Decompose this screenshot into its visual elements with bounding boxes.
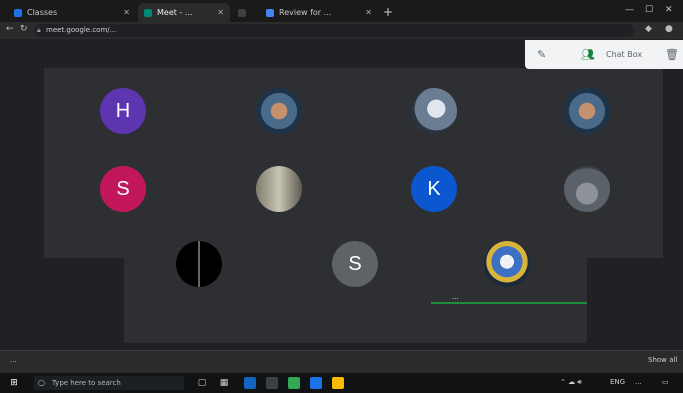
app-icon[interactable] [332,377,344,389]
tray-icons[interactable]: ⌃ ☁ 🔊︎ [560,378,582,387]
chat-label[interactable]: Chat Box [606,50,642,59]
meet-favicon-icon [144,8,152,17]
participant-avatar-photo[interactable] [256,88,302,134]
show-all-button[interactable]: Show all [648,356,677,364]
active-speaker-indicator [431,302,587,304]
people-icon[interactable]: 👥︎ [581,48,595,61]
participant-avatar-photo[interactable] [564,166,610,212]
browser-tab-strip: Classes ✕ Meet - ... ✕ Review for ... ✕ … [0,0,683,22]
participant-avatar-photo[interactable] [564,88,610,134]
address-text: meet.google.com/... [46,26,117,34]
widgets-icon[interactable]: ▦ [218,377,230,389]
browser-tab-classes[interactable]: Classes ✕ [8,3,136,22]
start-windows-icon[interactable]: ⊞ [8,377,20,389]
participant-avatar[interactable]: K [411,166,457,212]
download-item[interactable]: ... [10,356,17,364]
close-icon[interactable]: ✕ [217,8,224,17]
minimize-button[interactable]: — [625,5,634,15]
edge-icon[interactable] [244,377,256,389]
classroom-favicon-icon [14,8,22,17]
browser-toolbar: ← ↻ 🔒︎ meet.google.com/... ◆ ● [0,22,683,39]
tab-label: Classes [27,8,58,17]
trash-icon[interactable]: 🗑︎ [665,48,679,61]
participant-avatar[interactable]: H [100,88,146,134]
browser-tab-meet[interactable]: Meet - ... ✕ [138,3,230,22]
language-indicator[interactable]: ENG [610,378,625,386]
close-icon[interactable]: ✕ [123,8,130,17]
participant-avatar[interactable]: S [332,241,378,287]
notification-icon[interactable]: ▭ [662,378,669,386]
tab-label: Meet - ... [157,8,193,17]
new-tab-button[interactable]: + [383,5,393,19]
participant-avatar-photo[interactable] [176,241,222,287]
address-bar[interactable]: 🔒︎ meet.google.com/... [34,24,634,37]
task-view-icon[interactable]: ▢ [196,377,208,389]
mail-icon[interactable] [310,377,322,389]
close-icon[interactable]: ✕ [365,8,372,17]
windows-taskbar: ⊞ ○ Type here to search ▢ ▦ ⌃ ☁ 🔊︎ ENG .… [0,373,683,393]
close-window-button[interactable]: ✕ [665,5,673,15]
search-placeholder: Type here to search [52,379,121,387]
participant-avatar[interactable]: S [100,166,146,212]
browser-tab-other[interactable] [232,3,258,22]
participant-grid-row: S [124,229,587,343]
extension-icon[interactable]: ◆ [645,24,652,34]
tab-favicon-icon [238,8,246,17]
tab-label: Review for ... [279,8,332,17]
pen-icon[interactable]: ✎ [537,48,546,61]
clock[interactable]: ... [635,378,642,386]
taskbar-search[interactable]: ○ Type here to search [34,376,184,390]
participant-avatar-photo[interactable] [411,88,457,134]
participant-avatar-photo[interactable] [484,241,530,287]
meeting-stage: H S K S ... [0,39,683,350]
docs-favicon-icon [266,8,274,17]
profile-avatar-icon[interactable]: ● [665,24,673,34]
reload-icon[interactable]: ↻ [20,24,28,34]
maximize-button[interactable]: ☐ [645,5,653,15]
browser-tab-review[interactable]: Review for ... ✕ [260,3,378,22]
participant-avatar-photo[interactable] [256,166,302,212]
chrome-icon[interactable] [288,377,300,389]
active-speaker-name: ... [452,293,459,301]
lock-icon: 🔒︎ [37,26,41,34]
search-icon: ○ [38,378,45,387]
download-bar: ... Show all [0,350,683,373]
meeting-top-controls: ✎ 👥︎ Chat Box 🗑︎ [525,40,683,69]
back-arrow-icon[interactable]: ← [6,24,14,34]
file-explorer-icon[interactable] [266,377,278,389]
